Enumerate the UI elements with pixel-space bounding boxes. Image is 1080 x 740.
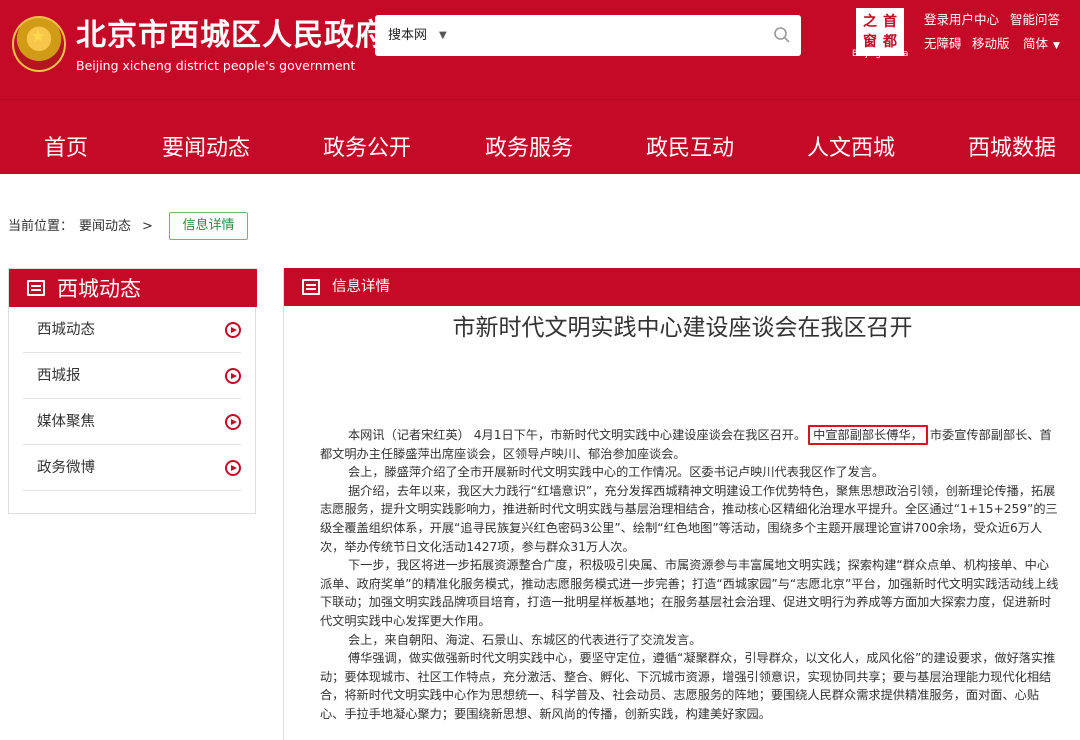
- nav-news[interactable]: 要闻动态: [162, 135, 250, 163]
- main-content: 信息详情 市新时代文明实践中心建设座谈会在我区召开 本网讯（记者宋红英） 4月1…: [283, 268, 1080, 740]
- paragraph: 会上，滕盛萍介绍了全市开展新时代文明实践中心的工作情况。区委书记卢映川代表我区作…: [348, 465, 885, 480]
- sidebar-item-xicheng-news[interactable]: 西城动态: [23, 307, 241, 353]
- list-icon: [27, 280, 45, 296]
- play-circle-icon: [225, 322, 241, 338]
- accessibility-link[interactable]: 无障碍: [924, 36, 962, 52]
- capital-logo-caption: Beijing-China: [852, 49, 909, 59]
- site-title[interactable]: 北京市西城区人民政府: [76, 18, 386, 54]
- sidebar-item-label: 西城报: [37, 368, 81, 384]
- paragraph: 傅华强调，做实做强新时代文明实践中心，要坚守定位，遵循“凝聚群众，引导群众，以文…: [320, 651, 1056, 721]
- nav-data[interactable]: 西城数据: [968, 135, 1056, 163]
- nav-gov-affairs[interactable]: 政务公开: [323, 135, 411, 163]
- paragraph: 据介绍，去年以来，我区大力践行“红墙意识”，充分发挥西城精神文明建设工作优势特色…: [320, 483, 1058, 554]
- play-circle-icon: [225, 414, 241, 430]
- paragraph-text: 本网讯（记者宋红英） 4月1日下午，市新时代文明实践中心建设座谈会在我区召开。: [348, 428, 807, 442]
- site-header: ★ 北京市西城区人民政府 Beijing xicheng district pe…: [0, 0, 1080, 174]
- logo-char: 首: [883, 14, 897, 30]
- breadcrumb-label: 当前位置：: [8, 219, 74, 234]
- search-input[interactable]: [465, 23, 755, 48]
- breadcrumb: 当前位置： 要闻动态 >: [8, 218, 159, 235]
- sidebar-item-xicheng-paper[interactable]: 西城报: [23, 353, 241, 399]
- caret-down-icon[interactable]: ▼: [1053, 38, 1060, 54]
- header-top-bar: ★ 北京市西城区人民政府 Beijing xicheng district pe…: [0, 0, 1080, 100]
- list-icon: [302, 279, 320, 295]
- sidebar-header: 西城动态: [9, 269, 257, 307]
- search-box: 搜本网 ▼: [375, 15, 801, 56]
- paragraph: 本网讯（记者宋红英） 4月1日下午，市新时代文明实践中心建设座谈会在我区召开。中…: [320, 425, 1060, 463]
- article-title: 市新时代文明实践中心建设座谈会在我区召开: [452, 315, 913, 341]
- logo-char: 之: [863, 14, 877, 30]
- nav-interaction[interactable]: 政民互动: [646, 135, 734, 163]
- site-subtitle: Beijing xicheng district people's govern…: [76, 58, 356, 73]
- main-header: 信息详情: [284, 268, 1080, 306]
- article-body: 本网讯（记者宋红英） 4月1日下午，市新时代文明实践中心建设座谈会在我区召开。中…: [320, 425, 1060, 724]
- play-circle-icon: [225, 460, 241, 476]
- paragraph: 下一步，我区将进一步拓展资源整合广度，积极吸引央属、市属资源参与丰富属地文明实践…: [320, 558, 1059, 628]
- highlighted-text: 中宣部副部长傅华，: [808, 425, 928, 445]
- sidebar-item-label: 媒体聚焦: [37, 414, 95, 430]
- play-circle-icon: [225, 368, 241, 384]
- national-emblem-icon: ★: [12, 16, 66, 72]
- nav-home[interactable]: 首页: [44, 135, 88, 163]
- smart-qa-link[interactable]: 智能问答: [1010, 12, 1060, 28]
- breadcrumb-current: 信息详情: [169, 212, 248, 240]
- caret-down-icon[interactable]: ▼: [439, 27, 447, 44]
- sidebar-item-label: 政务微博: [37, 460, 95, 476]
- sidebar-item-media[interactable]: 媒体聚焦: [23, 399, 241, 445]
- sidebar: 西城动态 西城动态 西城报 媒体聚焦 政务微博: [8, 268, 257, 514]
- main-nav: 首页 要闻动态 政务公开 政务服务 政民互动 人文西城 西城数据: [0, 122, 1080, 174]
- sidebar-title: 西城动态: [57, 277, 141, 301]
- search-scope-select[interactable]: 搜本网: [388, 27, 427, 44]
- breadcrumb-parent[interactable]: 要闻动态: [79, 219, 131, 234]
- login-link[interactable]: 登录用户中心: [924, 12, 999, 28]
- search-icon[interactable]: [773, 26, 791, 44]
- language-select[interactable]: 简体: [1023, 36, 1048, 52]
- sidebar-item-weibo[interactable]: 政务微博: [23, 445, 241, 491]
- sidebar-item-label: 西城动态: [37, 322, 95, 338]
- paragraph: 会上，来自朝阳、海淀、石景山、东城区的代表进行了交流发言。: [348, 632, 702, 647]
- nav-culture[interactable]: 人文西城: [807, 135, 895, 163]
- mobile-link[interactable]: 移动版: [972, 36, 1010, 52]
- section-title: 信息详情: [332, 279, 390, 295]
- nav-services[interactable]: 政务服务: [485, 135, 573, 163]
- breadcrumb-separator: >: [142, 219, 153, 234]
